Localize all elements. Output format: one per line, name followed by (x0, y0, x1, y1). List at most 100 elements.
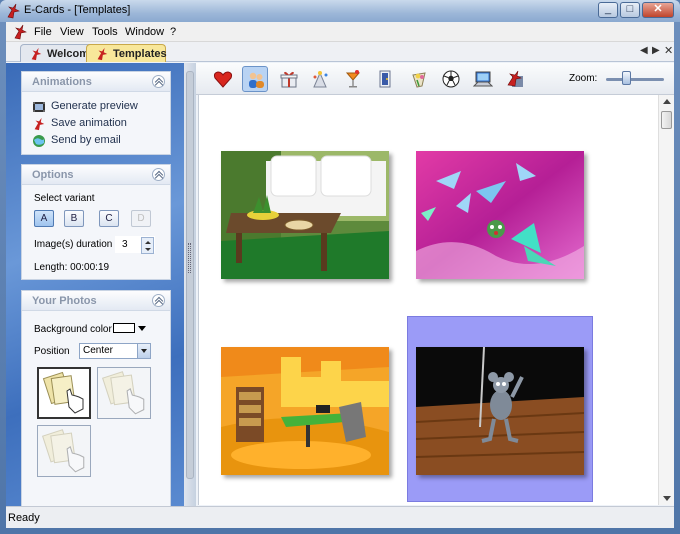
minimize-button[interactable]: _ (598, 2, 618, 18)
templates-canvas[interactable] (198, 95, 658, 505)
maximize-button[interactable]: □ (620, 2, 640, 18)
options-header[interactable]: Options (22, 165, 170, 185)
door-icon (379, 70, 391, 88)
category-flowers-button[interactable] (406, 66, 432, 92)
mouse-puppet-thumbnail (416, 347, 584, 475)
variant-a-button[interactable]: A (34, 210, 54, 227)
generate-preview-label: Generate preview (51, 100, 138, 112)
category-party-button[interactable] (308, 66, 334, 92)
add-photo-hand-icon (41, 429, 85, 473)
office-thumbnail (221, 347, 389, 475)
category-e-cards-button[interactable] (502, 66, 528, 92)
window-title: E-Cards - [Templates] (24, 4, 131, 16)
soccer-ball-icon (442, 70, 460, 88)
panel-splitter[interactable] (184, 63, 196, 506)
category-friends-button[interactable] (242, 66, 268, 92)
flowers-icon (412, 72, 426, 88)
menu-window[interactable]: Window (125, 26, 164, 38)
collapse-chevron-icon[interactable] (152, 168, 165, 181)
generate-preview-link[interactable]: Generate preview (32, 100, 138, 116)
category-drinks-button[interactable] (340, 66, 366, 92)
zoom-slider-track[interactable] (606, 78, 664, 81)
variant-b-button[interactable]: B (64, 210, 84, 227)
tab-templates-label: Templates (113, 48, 167, 60)
app-window: E-Cards - [Templates] _ □ ✕ File View To… (0, 0, 680, 534)
scroll-thumb[interactable] (661, 111, 672, 129)
position-select[interactable]: Center (79, 343, 151, 359)
people-icon (249, 72, 264, 88)
position-value: Center (83, 345, 114, 356)
photo-slot-1[interactable] (37, 367, 91, 419)
close-button[interactable]: ✕ (642, 2, 674, 18)
duration-label: Image(s) duration (34, 239, 113, 250)
variant-c-button[interactable]: C (99, 210, 119, 227)
animations-header[interactable]: Animations (22, 72, 170, 92)
menu-bar: File View Tools Window ? (6, 22, 674, 42)
e-cards-app-icon (7, 3, 20, 19)
position-label: Position (34, 346, 70, 357)
tab-close-icon[interactable]: ✕ (664, 44, 673, 57)
heart-icon (213, 71, 233, 88)
category-toolbar: Zoom: (196, 63, 674, 95)
e-cards-logo-icon (507, 70, 523, 87)
save-animation-label: Save animation (51, 117, 127, 129)
menu-file[interactable]: File (34, 26, 52, 38)
photo-slot-3[interactable] (37, 425, 91, 477)
mouse-puppet-template[interactable] (416, 347, 584, 475)
dropdown-arrow-icon[interactable] (137, 344, 150, 358)
menu-view[interactable]: View (60, 26, 84, 38)
options-group: Options Select variant A B C D Image(s) … (21, 164, 171, 280)
duration-spinner[interactable]: 3 (115, 236, 155, 254)
photo-slot-2[interactable] (97, 367, 151, 419)
send-by-email-label: Send by email (51, 134, 121, 146)
category-computer-button[interactable] (470, 66, 496, 92)
zoom-label: Zoom: (569, 73, 598, 84)
menu-help[interactable]: ? (170, 26, 176, 38)
globe-icon (33, 135, 45, 147)
category-love-button[interactable] (210, 66, 236, 92)
select-variant-label: Select variant (34, 193, 95, 204)
tab-scroll-right-icon[interactable]: ▶ (652, 45, 660, 56)
splitter-scroll-thumb[interactable] (186, 71, 194, 479)
tab-scroll-left-icon[interactable]: ◀ (640, 45, 648, 56)
living-room-template[interactable] (221, 151, 389, 279)
film-icon (33, 102, 45, 112)
tab-templates[interactable]: Templates (86, 44, 167, 62)
party-icon (313, 71, 328, 88)
collapse-chevron-icon[interactable] (152, 294, 165, 307)
color-swatch (113, 323, 135, 333)
background-color-picker[interactable] (113, 321, 149, 335)
e-cards-save-icon (34, 117, 45, 131)
e-cards-tab-icon (31, 47, 42, 61)
collapse-chevron-icon[interactable] (152, 75, 165, 88)
tab-welcome[interactable]: Welcome (20, 44, 95, 62)
living-room-thumbnail (221, 151, 389, 279)
e-cards-menu-icon[interactable] (12, 24, 28, 40)
spinner-arrows-icon[interactable] (141, 237, 154, 254)
send-by-email-link[interactable]: Send by email (32, 134, 121, 150)
category-sports-button[interactable] (438, 66, 464, 92)
menu-tools[interactable]: Tools (92, 26, 118, 38)
save-animation-link[interactable]: Save animation (32, 117, 127, 133)
category-gift-button[interactable] (276, 66, 302, 92)
cocktail-icon (345, 70, 361, 88)
add-photo-hand-icon (101, 371, 145, 415)
category-door-button[interactable] (372, 66, 398, 92)
butterflies-template[interactable] (416, 151, 584, 279)
background-color-label: Background color (34, 324, 112, 335)
e-cards-tab-icon (97, 47, 108, 61)
task-panel[interactable]: Animations Generate preview Save animati… (6, 63, 184, 506)
your-photos-header[interactable]: Your Photos (22, 291, 170, 311)
splitter-grip-icon (188, 243, 191, 273)
office-template[interactable] (221, 347, 389, 475)
your-photos-group: Your Photos Background color Position Ce… (21, 290, 171, 506)
scroll-up-arrow-icon[interactable] (663, 99, 671, 104)
zoom-slider-thumb[interactable] (622, 71, 631, 85)
duration-value: 3 (122, 239, 128, 250)
variant-d-button[interactable]: D (131, 210, 151, 227)
animations-title: Animations (32, 76, 92, 88)
canvas-vertical-scrollbar[interactable] (658, 95, 674, 505)
title-bar[interactable]: E-Cards - [Templates] _ □ ✕ (0, 0, 680, 22)
scroll-down-arrow-icon[interactable] (663, 496, 671, 501)
document-tab-bar: Welcome Templates ◀ ▶ ✕ (6, 42, 674, 62)
